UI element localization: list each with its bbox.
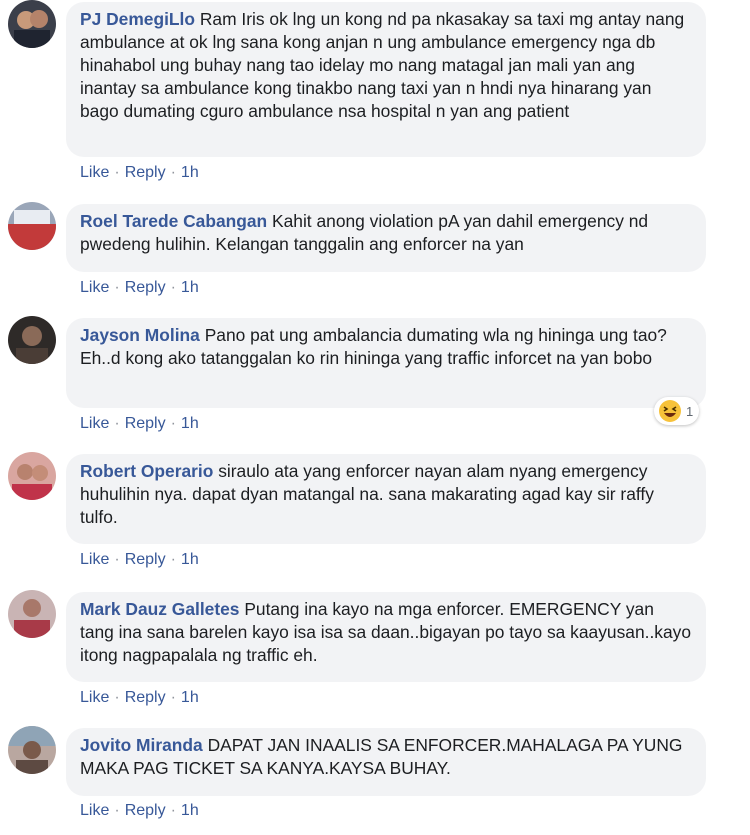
- comment-timestamp[interactable]: 1h: [181, 689, 199, 706]
- user-photo-icon: [8, 316, 56, 364]
- user-photo-icon: [8, 0, 56, 48]
- avatar[interactable]: [8, 316, 56, 364]
- separator: ·: [170, 802, 176, 819]
- user-photo-icon: [8, 452, 56, 500]
- comment-author[interactable]: Roel Tarede Cabangan: [80, 211, 267, 231]
- comment-author[interactable]: PJ DemegiLlo: [80, 9, 195, 29]
- separator: ·: [114, 689, 120, 706]
- comment-bubble: Jovito Miranda DAPAT JAN INAALIS SA ENFO…: [66, 728, 706, 796]
- reply-link[interactable]: Reply: [125, 689, 166, 706]
- separator: ·: [170, 415, 176, 432]
- comment-author[interactable]: Robert Operario: [80, 461, 213, 481]
- avatar[interactable]: [8, 0, 56, 48]
- reply-link[interactable]: Reply: [125, 551, 166, 568]
- comment-bubble: PJ DemegiLlo Ram Iris ok lng un kong nd …: [66, 2, 706, 157]
- avatar[interactable]: [8, 590, 56, 638]
- separator: ·: [170, 279, 176, 296]
- separator: ·: [114, 164, 120, 181]
- comment-actions: Like · Reply · 1h: [80, 550, 199, 570]
- reply-link[interactable]: Reply: [125, 279, 166, 296]
- comment-timestamp[interactable]: 1h: [181, 802, 199, 819]
- comment-timestamp[interactable]: 1h: [181, 279, 199, 296]
- haha-emoji-icon: [659, 400, 681, 422]
- separator: ·: [170, 551, 176, 568]
- comment-actions: Like · Reply · 1h: [80, 414, 199, 434]
- separator: ·: [114, 802, 120, 819]
- avatar[interactable]: [8, 452, 56, 500]
- reaction-count: 1: [686, 403, 694, 419]
- user-photo-icon: [8, 202, 56, 250]
- comment-author[interactable]: Jovito Miranda: [80, 735, 203, 755]
- comment-bubble: Robert Operario siraulo ata yang enforce…: [66, 454, 706, 544]
- like-link[interactable]: Like: [80, 802, 109, 819]
- comment-bubble: Roel Tarede Cabangan Kahit anong violati…: [66, 204, 706, 272]
- avatar[interactable]: [8, 726, 56, 774]
- like-link[interactable]: Like: [80, 689, 109, 706]
- separator: ·: [114, 551, 120, 568]
- like-link[interactable]: Like: [80, 164, 109, 181]
- comment-actions: Like · Reply · 1h: [80, 278, 199, 298]
- comment-author[interactable]: Mark Dauz Galletes: [80, 599, 239, 619]
- separator: ·: [114, 279, 120, 296]
- comment-actions: Like · Reply · 1h: [80, 801, 199, 821]
- comment-author[interactable]: Jayson Molina: [80, 325, 200, 345]
- user-photo-icon: [8, 726, 56, 774]
- comment-actions: Like · Reply · 1h: [80, 163, 199, 183]
- reply-link[interactable]: Reply: [125, 802, 166, 819]
- reply-link[interactable]: Reply: [125, 164, 166, 181]
- like-link[interactable]: Like: [80, 551, 109, 568]
- comment-bubble: Jayson Molina Pano pat ung ambalancia du…: [66, 318, 706, 408]
- comment-timestamp[interactable]: 1h: [181, 551, 199, 568]
- comment-timestamp[interactable]: 1h: [181, 164, 199, 181]
- comment-timestamp[interactable]: 1h: [181, 415, 199, 432]
- separator: ·: [170, 164, 176, 181]
- like-link[interactable]: Like: [80, 279, 109, 296]
- like-link[interactable]: Like: [80, 415, 109, 432]
- separator: ·: [170, 689, 176, 706]
- comment-actions: Like · Reply · 1h: [80, 688, 199, 708]
- comment-bubble: Mark Dauz Galletes Putang ina kayo na mg…: [66, 592, 706, 682]
- separator: ·: [114, 415, 120, 432]
- reaction-summary[interactable]: 1: [654, 397, 700, 425]
- reply-link[interactable]: Reply: [125, 415, 166, 432]
- avatar[interactable]: [8, 202, 56, 250]
- user-photo-icon: [8, 590, 56, 638]
